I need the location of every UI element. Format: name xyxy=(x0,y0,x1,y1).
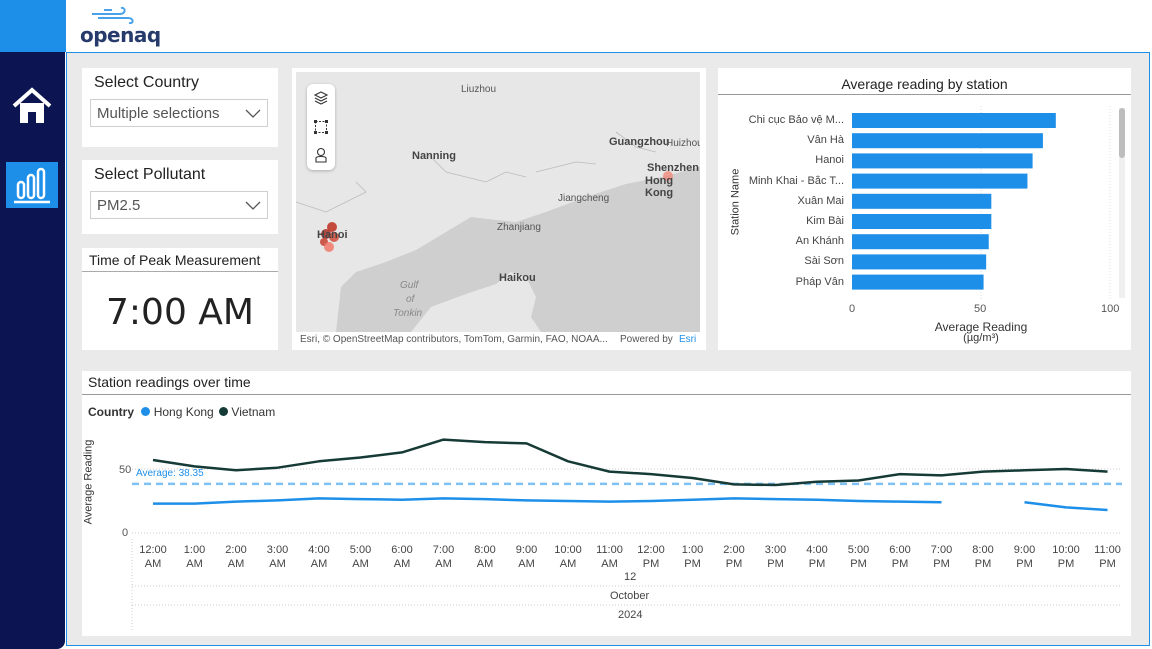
pollutant-slicer-title: Select Pollutant xyxy=(94,166,206,183)
country-slicer: Select Country Multiple selections xyxy=(82,68,278,147)
line-xtick: 6:00 AM xyxy=(391,544,413,570)
bar-3 xyxy=(852,173,1028,189)
bar-2 xyxy=(852,153,1033,169)
line-xtick: 3:00 AM xyxy=(266,544,289,570)
map-toolbar xyxy=(307,84,335,170)
map-powered-by: Powered by xyxy=(620,334,673,345)
bar-6 xyxy=(852,234,989,250)
pollutant-dropdown-value: PM2.5 xyxy=(97,197,141,214)
map-label-haikou: Haikou xyxy=(499,272,536,284)
report-button[interactable] xyxy=(6,162,58,208)
line-xtick: 8:00 PM xyxy=(972,544,994,570)
bar-0 xyxy=(852,113,1056,128)
bar-xtick-0: 0 xyxy=(849,303,856,315)
line-axis-year: 2024 xyxy=(618,609,643,621)
wind-logo-icon xyxy=(92,6,134,24)
peak-time-title: Time of Peak Measurement xyxy=(89,252,261,268)
bar-chart-scroll-thumb[interactable] xyxy=(1119,108,1125,158)
home-icon xyxy=(12,87,52,123)
bar-chart-card: Average reading by station Station Name … xyxy=(718,68,1131,350)
line-xtick: 8:00 AM xyxy=(474,544,496,570)
station-map[interactable]: Liuzhou Nanning Guangzhou Huizhou Shenzh… xyxy=(292,68,706,350)
bar-4 xyxy=(852,193,992,209)
map-label-gulf: Gulf xyxy=(400,280,419,291)
map-label-shenzhen: Shenzhen xyxy=(647,162,699,174)
bar-5 xyxy=(852,214,992,229)
line-xtick: 11:00 AM xyxy=(596,544,623,570)
bar-xtick-100: 100 xyxy=(1101,303,1120,315)
bar-chart-icon xyxy=(14,167,50,204)
map-label-jiangcheng: Jiangcheng xyxy=(558,193,610,204)
line-xtick: 4:00 PM xyxy=(806,544,828,570)
line-xtick: 5:00 AM xyxy=(349,544,372,570)
series-line-hong-kong-0 xyxy=(153,497,942,505)
country-dropdown[interactable]: Multiple selections xyxy=(90,99,268,127)
line-xtick: 4:00 AM xyxy=(308,544,330,570)
logo: openaq xyxy=(80,6,161,47)
line-chart-plot xyxy=(131,438,1122,631)
line-xtick: 6:00 PM xyxy=(889,544,911,570)
country-dropdown-value: Multiple selections xyxy=(97,105,220,122)
select-rectangle-icon[interactable] xyxy=(313,119,329,135)
line-axis-day: 12 xyxy=(624,571,637,583)
line-axis-month: October xyxy=(610,590,650,602)
line-xtick: 7:00 AM xyxy=(432,544,455,570)
line-xtick: 2:00 PM xyxy=(723,544,745,570)
home-button[interactable] xyxy=(11,86,53,126)
sidebar xyxy=(0,52,65,649)
lasso-icon[interactable] xyxy=(313,147,329,163)
line-xtick: 11:00 PM xyxy=(1094,544,1121,570)
bar-8 xyxy=(852,274,984,290)
series-line-vietnam-0 xyxy=(152,438,1108,487)
peak-time-value: 7:00 AM xyxy=(106,292,254,333)
line-xtick: 1:00 PM xyxy=(681,544,704,570)
map-label-tonkin: Tonkin xyxy=(393,308,423,319)
line-xtick: 1:00 AM xyxy=(183,544,206,570)
bar-chart-xlabel-unit: (µg/m³) xyxy=(963,332,999,344)
peak-time-card: Time of Peak Measurement 7:00 AM xyxy=(82,248,278,350)
line-chart-card: Station readings over time Country Hong … xyxy=(82,371,1131,636)
map-label-nanning: Nanning xyxy=(412,150,456,162)
line-xtick: 5:00 PM xyxy=(847,544,870,570)
line-xtick: 7:00 PM xyxy=(930,544,953,570)
line-xtick: 12:00 AM xyxy=(139,544,167,570)
map-basemap xyxy=(296,72,700,332)
line-xtick: 9:00 PM xyxy=(1013,544,1036,570)
country-slicer-title: Select Country xyxy=(94,74,199,91)
map-label-hanoi: Hanoi xyxy=(317,229,348,241)
bar-chart-plot xyxy=(852,106,1111,300)
map-label-guangzhou: Guangzhou xyxy=(609,136,670,148)
map-label-liuzhou: Liuzhou xyxy=(461,84,497,95)
series-line-hong-kong-1 xyxy=(1024,501,1108,512)
pollutant-dropdown[interactable]: PM2.5 xyxy=(90,191,268,219)
sidebar-header xyxy=(0,0,66,52)
bar-1 xyxy=(852,133,1043,149)
map-esri-link[interactable]: Esri xyxy=(679,334,696,345)
bar-chart-scrollbar[interactable] xyxy=(1119,108,1125,298)
report-canvas: Select Country Multiple selections Selec… xyxy=(66,52,1150,646)
line-xtick: 2:00 AM xyxy=(225,544,247,570)
line-xtick: 3:00 PM xyxy=(764,544,787,570)
layers-icon[interactable] xyxy=(313,90,329,106)
logo-text: openaq xyxy=(80,23,161,47)
average-line-label: Average: 38.35 xyxy=(136,468,204,479)
map-label-zhanjiang: Zhanjiang xyxy=(497,222,541,233)
map-label-of: of xyxy=(406,294,415,305)
map-area[interactable]: Liuzhou Nanning Guangzhou Huizhou Shenzh… xyxy=(296,72,700,332)
pollutant-slicer: Select Pollutant PM2.5 xyxy=(82,160,278,234)
bar-7 xyxy=(852,254,987,270)
bar-xtick-50: 50 xyxy=(974,303,987,315)
map-label-hongkong: Hong Kong xyxy=(645,175,674,199)
map-attribution: Esri, © OpenStreetMap contributors, TomT… xyxy=(300,334,608,345)
chevron-down-icon xyxy=(245,201,261,210)
line-xtick: 10:00 PM xyxy=(1052,544,1080,570)
line-xtick: 12:00 PM xyxy=(637,544,665,570)
line-xtick: 9:00 AM xyxy=(515,544,538,570)
map-label-huizhou: Huizhou xyxy=(666,138,700,149)
line-xtick: 10:00 AM xyxy=(554,544,582,570)
chevron-down-icon xyxy=(245,109,261,118)
